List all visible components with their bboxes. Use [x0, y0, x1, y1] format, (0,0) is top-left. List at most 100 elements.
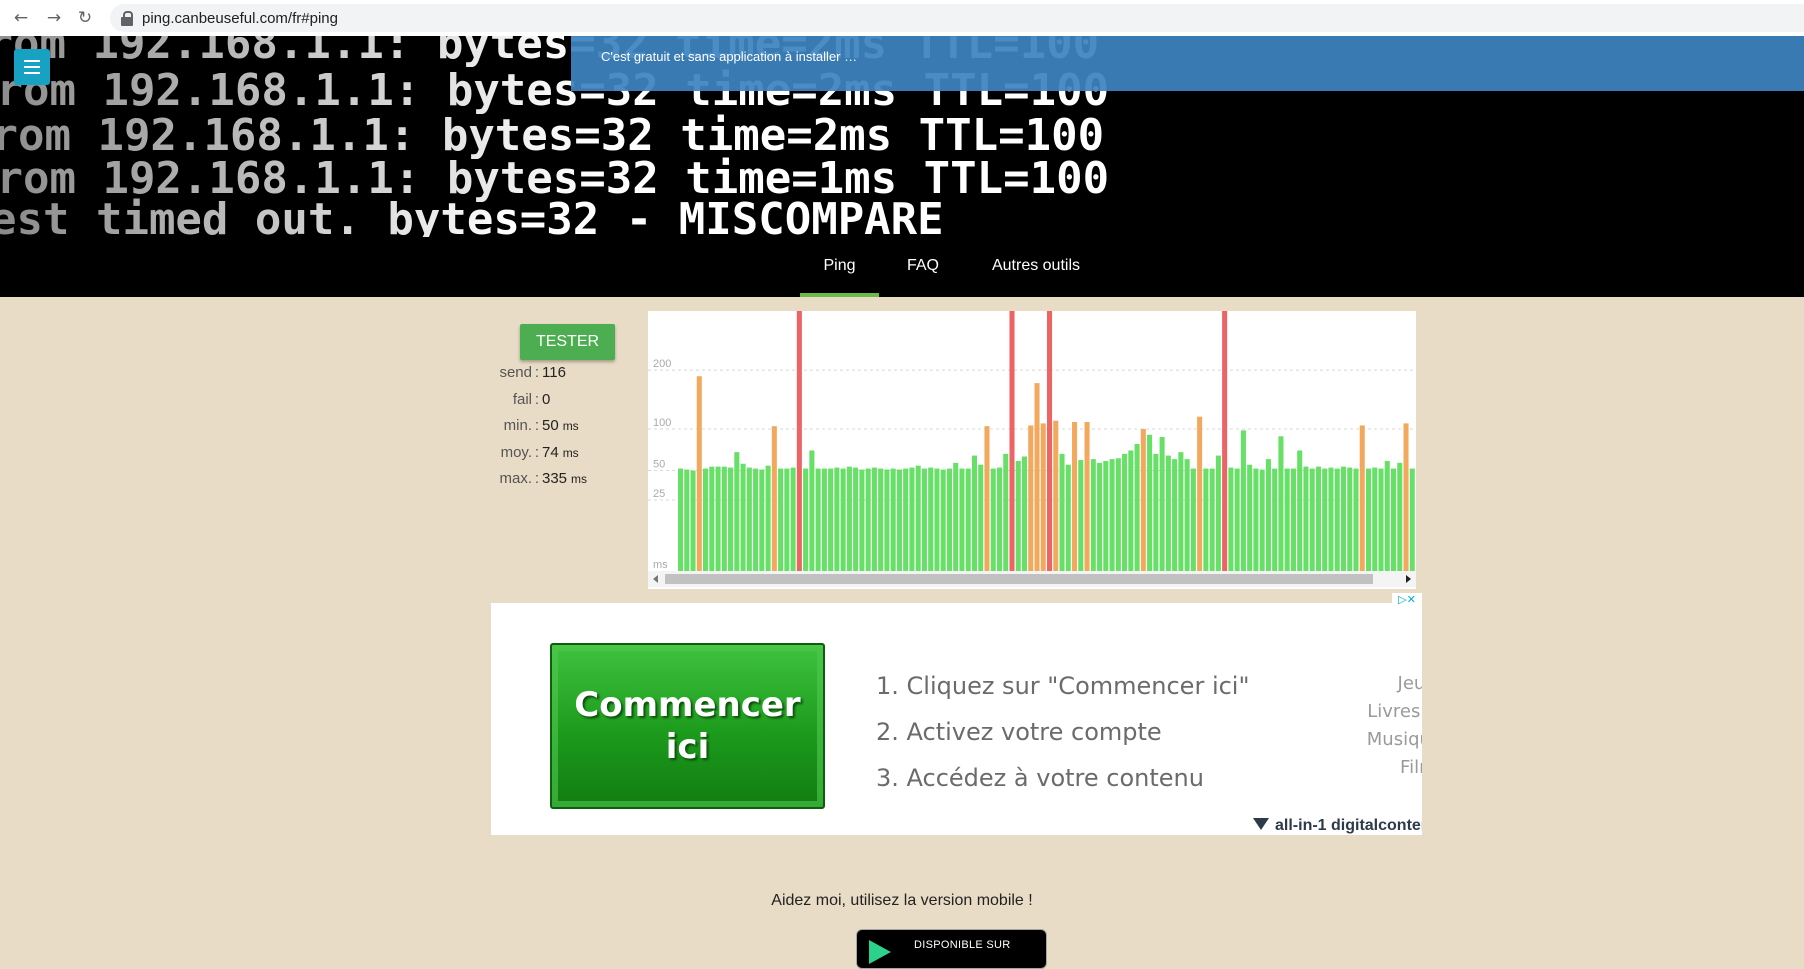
y-tick-label: 100 — [653, 417, 671, 429]
ping-bar — [1222, 311, 1228, 571]
ad-brand: all-in-1 digitalcontent — [1253, 817, 1422, 835]
ping-bar — [1159, 436, 1165, 571]
scroll-thumb[interactable] — [665, 574, 1373, 584]
browser-toolbar: ← → ↻ ping.canbeuseful.com/fr#ping — [0, 0, 1804, 37]
ping-bar — [884, 469, 890, 571]
ping-bar — [1390, 468, 1397, 571]
brand-logo-icon — [1253, 818, 1269, 830]
ping-bar — [953, 462, 959, 571]
ping-bar — [859, 469, 865, 571]
ping-bar — [1021, 456, 1028, 571]
ping-bar — [803, 468, 809, 571]
ping-bar — [1234, 468, 1240, 571]
scroll-left-arrow-icon[interactable] — [653, 575, 658, 583]
ping-bar — [1153, 453, 1159, 571]
google-play-icon — [869, 940, 891, 964]
ping-bar — [759, 469, 765, 571]
ping-bar — [1240, 430, 1246, 571]
google-play-badge[interactable]: DISPONIBLE SUR — [856, 929, 1047, 969]
tester-button[interactable]: TESTER — [520, 324, 615, 360]
y-tick-label: 200 — [653, 358, 671, 370]
ping-stats: send : 116 fail : 0 min. : 50 ms moy. : … — [470, 364, 600, 497]
stat-min: min. : 50 ms — [503, 417, 579, 434]
ping-bar — [1215, 455, 1221, 571]
ping-bar — [1359, 425, 1365, 571]
main-nav: Ping FAQ Autres outils — [0, 237, 1804, 297]
adchoices-icon[interactable]: ▷✕ — [1392, 593, 1422, 607]
ping-bar — [709, 466, 715, 571]
ping-bar — [815, 468, 821, 571]
ping-bar — [728, 467, 734, 571]
ping-bar — [1072, 422, 1078, 571]
ping-bar — [909, 467, 915, 571]
y-axis-label: ms — [653, 559, 668, 571]
ping-bar — [1315, 466, 1321, 571]
terminal-line: est timed out. bytes=32 - MISCOMPARE — [0, 194, 944, 237]
ping-bar — [1078, 460, 1084, 571]
ping-bar — [1097, 462, 1103, 571]
tab-autres-outils[interactable]: Autres outils — [980, 237, 1092, 297]
stat-fail: fail : 0 — [512, 390, 551, 408]
ping-bar — [1328, 467, 1334, 571]
tab-ping[interactable]: Ping — [800, 237, 879, 297]
ping-bar — [896, 469, 902, 571]
ping-bar — [965, 468, 971, 571]
ping-bar — [971, 455, 978, 571]
ping-bar — [834, 467, 840, 571]
ping-bar — [809, 450, 815, 571]
reload-icon[interactable]: ↻ — [73, 6, 97, 30]
ad-start-button[interactable]: Commencer ici — [550, 643, 825, 809]
ping-bar — [865, 468, 871, 571]
forward-icon[interactable]: → — [42, 6, 66, 30]
ping-bar — [1109, 459, 1115, 571]
ping-bar — [690, 470, 696, 571]
ping-bar — [796, 311, 802, 571]
ping-bar — [734, 452, 740, 571]
ping-bar — [778, 468, 784, 571]
ping-bar — [1140, 428, 1146, 571]
ad-category: Musique — [1366, 729, 1422, 750]
ping-bar — [1115, 458, 1121, 571]
ping-bar — [853, 467, 859, 571]
promo-strip: C'est gratuit et sans application à inst… — [571, 36, 1804, 91]
ping-bar — [1334, 468, 1340, 571]
back-icon[interactable]: ← — [9, 6, 33, 30]
ping-bar — [684, 469, 690, 571]
ping-bar — [1059, 453, 1065, 571]
chart-scrollbar[interactable] — [648, 571, 1416, 587]
ping-bar — [996, 467, 1003, 571]
menu-button[interactable] — [14, 49, 50, 85]
ping-bar — [721, 466, 727, 571]
ping-bar — [678, 468, 684, 571]
ping-bar — [990, 468, 996, 571]
ping-bar — [703, 468, 709, 571]
ping-bar — [1372, 467, 1378, 571]
ping-chart-svg: 25 50 100 200 ms — [648, 311, 1416, 571]
ping-bar — [1015, 460, 1021, 571]
ping-bar — [790, 467, 796, 571]
ping-bar — [1034, 383, 1040, 571]
tab-faq[interactable]: FAQ — [893, 237, 953, 297]
mobile-note: Aidez moi, utilisez la version mobile ! — [771, 892, 1033, 909]
url-text: ping.canbeuseful.com/fr#ping — [142, 9, 338, 27]
ping-bar — [1003, 453, 1009, 571]
ad-banner[interactable]: Commencer ici 1. Cliquez sur "Commencer … — [491, 603, 1422, 835]
ping-bar — [1147, 434, 1153, 571]
hamburger-icon — [24, 60, 40, 62]
ping-bar — [1365, 468, 1372, 571]
ping-bar — [1272, 468, 1278, 571]
y-tick-label: 25 — [653, 488, 665, 500]
ping-bar — [984, 426, 990, 571]
ping-bar — [765, 465, 771, 571]
ad-category: Films — [1400, 757, 1422, 778]
stat-send: send : 116 — [499, 364, 566, 381]
scroll-right-arrow-icon[interactable] — [1406, 575, 1411, 583]
ping-bar — [1303, 466, 1309, 571]
ping-bar — [740, 463, 746, 571]
address-bar[interactable]: ping.canbeuseful.com/fr#ping — [110, 4, 1804, 32]
ping-bar — [1209, 468, 1215, 571]
stat-avg: moy. : 74 ms — [500, 443, 579, 461]
ad-step-2: 2. Activez votre compte — [876, 718, 1162, 746]
ping-bar — [1290, 468, 1296, 571]
ping-bar — [1184, 459, 1190, 571]
